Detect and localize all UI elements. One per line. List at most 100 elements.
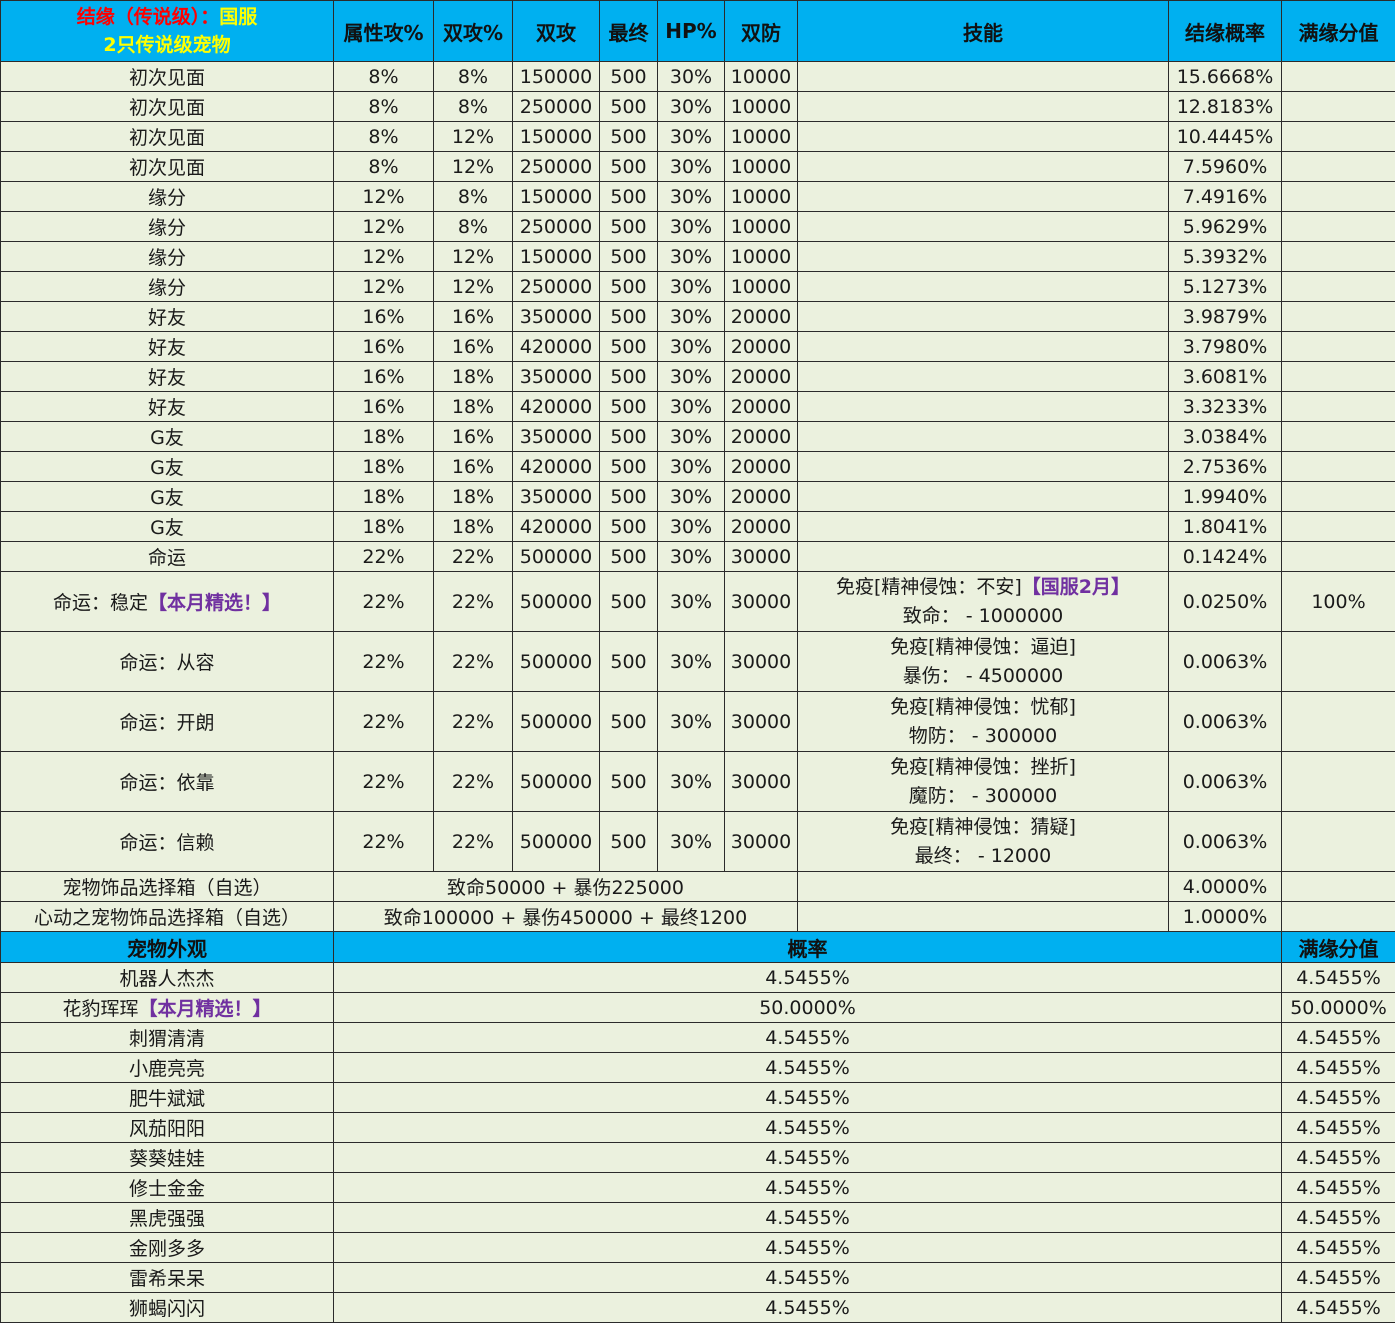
- full-score-cell: [1281, 481, 1395, 512]
- skill-immunity-line: 免疫[精神侵蚀：猜疑]: [799, 813, 1168, 842]
- skill-cell: [797, 871, 1169, 902]
- stat-dual-atk-cell: 250000: [512, 91, 600, 122]
- stat-final-cell: 500: [599, 481, 658, 512]
- stat-attr-atk-pct-cell: 22%: [333, 571, 434, 632]
- full-score-cell: [1281, 271, 1395, 302]
- full-score-cell: [1281, 91, 1395, 122]
- stat-dual-atk-cell: 420000: [512, 451, 600, 482]
- stat-final-cell: 500: [599, 241, 658, 272]
- bond-rate-cell: 1.9940%: [1168, 481, 1282, 512]
- stat-final-cell: 500: [599, 511, 658, 542]
- appearance-name: 葵葵娃娃: [128, 1148, 205, 1170]
- bond-rate-cell: 7.4916%: [1168, 181, 1282, 212]
- stat-dual-def-cell: 10000: [724, 61, 798, 92]
- table-row: 好友 16% 16% 350000 500 30% 20000 3.9879%: [0, 301, 1395, 332]
- stat-final-cell: 500: [599, 571, 658, 632]
- stat-dual-atk-pct-cell: 12%: [433, 241, 513, 272]
- full-score-cell: [1281, 61, 1395, 92]
- stat-attr-atk-pct-cell: 8%: [333, 91, 434, 122]
- stat-attr-atk-pct-cell: 18%: [333, 481, 434, 512]
- skill-cell: [797, 61, 1169, 92]
- appearance-name-cell: 金刚多多: [0, 1232, 334, 1263]
- stat-final-cell: 500: [599, 451, 658, 482]
- stat-dual-def-cell: 20000: [724, 301, 798, 332]
- tier-name-cell: 命运：稳定【本月精选！】: [0, 571, 334, 632]
- col-header-full-score: 满缘分值: [1281, 0, 1395, 62]
- box-value-cell: 致命50000 + 暴伤225000: [333, 871, 798, 902]
- table-row: 黑虎强强 4.5455% 4.5455%: [0, 1202, 1395, 1233]
- appearance-name-cell: 风茄阳阳: [0, 1112, 334, 1143]
- appearance-name-cell: 黑虎强强: [0, 1202, 334, 1233]
- stat-dual-def-cell: 10000: [724, 121, 798, 152]
- stat-hp-pct-cell: 30%: [657, 61, 725, 92]
- full-score-cell: [1281, 241, 1395, 272]
- appearance-name-cell: 修士金金: [0, 1172, 334, 1203]
- table-row: 心动之宠物饰品选择箱（自选） 致命100000 + 暴伤450000 + 最终12…: [0, 901, 1395, 932]
- tier-name-cell: 缘分: [0, 211, 334, 242]
- table-row: 风茄阳阳 4.5455% 4.5455%: [0, 1112, 1395, 1143]
- tier-name-cell: 缘分: [0, 181, 334, 212]
- bond-rate-cell: 0.0063%: [1168, 811, 1282, 872]
- full-score-cell: 100%: [1281, 571, 1395, 632]
- stat-dual-def-cell: 30000: [724, 751, 798, 812]
- skill-cell: 免疫[精神侵蚀：挫折] 魔防： - 300000: [797, 751, 1169, 812]
- stat-hp-pct-cell: 30%: [657, 811, 725, 872]
- stat-final-cell: 500: [599, 811, 658, 872]
- stat-hp-pct-cell: 30%: [657, 451, 725, 482]
- tier-name-cell: 初次见面: [0, 151, 334, 182]
- table-row: 命运：稳定【本月精选！】 22% 22% 500000 500 30% 30000 免疫[精神…: [0, 571, 1395, 632]
- appearance-name-cell: 狮蝎闪闪: [0, 1292, 334, 1323]
- bond-rate-cell: 5.1273%: [1168, 271, 1282, 302]
- col-header-dual-atk: 双攻: [512, 0, 600, 62]
- stat-dual-def-cell: 20000: [724, 451, 798, 482]
- stat-hp-pct-cell: 30%: [657, 751, 725, 812]
- stat-attr-atk-pct-cell: 16%: [333, 331, 434, 362]
- appearance-score-cell: 4.5455%: [1281, 962, 1395, 993]
- appearance-score-cell: 4.5455%: [1281, 1172, 1395, 1203]
- appearance-score-cell: 4.5455%: [1281, 1052, 1395, 1083]
- skill-immunity: 免疫[精神侵蚀：逼迫]: [890, 635, 1076, 658]
- appearance-rate-cell: 4.5455%: [333, 1262, 1282, 1293]
- appearance-rate-cell: 4.5455%: [333, 1172, 1282, 1203]
- stat-hp-pct-cell: 30%: [657, 421, 725, 452]
- stat-attr-atk-pct-cell: 16%: [333, 361, 434, 392]
- tier-name-cell: G友: [0, 451, 334, 482]
- skill-cell: [797, 361, 1169, 392]
- col-header-hp-pct: HP%: [657, 0, 725, 62]
- bond-rate-cell: 3.6081%: [1168, 361, 1282, 392]
- stat-dual-atk-pct-cell: 22%: [433, 631, 513, 692]
- tier-name: 命运：稳定: [52, 592, 148, 614]
- appearance-header-row: 宠物外观 概率 满缘分值: [0, 931, 1395, 963]
- tier-name: 命运：从容: [119, 652, 215, 674]
- table-row: 金刚多多 4.5455% 4.5455%: [0, 1232, 1395, 1263]
- skill-cell: [797, 421, 1169, 452]
- skill-immunity: 免疫[精神侵蚀：猜疑]: [890, 815, 1076, 838]
- stat-dual-atk-cell: 250000: [512, 211, 600, 242]
- table-row: 初次见面 8% 8% 150000 500 30% 10000 15.6668%: [0, 61, 1395, 92]
- stat-dual-atk-cell: 150000: [512, 121, 600, 152]
- stat-hp-pct-cell: 30%: [657, 631, 725, 692]
- stat-dual-def-cell: 20000: [724, 391, 798, 422]
- col-header-appearance-rate: 概率: [333, 931, 1282, 963]
- appearance-name: 狮蝎闪闪: [128, 1298, 205, 1320]
- stat-dual-atk-cell: 500000: [512, 541, 600, 572]
- stat-dual-atk-cell: 350000: [512, 361, 600, 392]
- skill-cell: [797, 511, 1169, 542]
- appearance-score-cell: 4.5455%: [1281, 1202, 1395, 1233]
- tier-name-cell: 好友: [0, 361, 334, 392]
- stat-dual-atk-cell: 420000: [512, 511, 600, 542]
- col-header-dual-def: 双防: [724, 0, 798, 62]
- stat-hp-pct-cell: 30%: [657, 541, 725, 572]
- stat-final-cell: 500: [599, 91, 658, 122]
- skill-immunity-line: 免疫[精神侵蚀：忧郁]: [799, 693, 1168, 722]
- appearance-rate-cell: 4.5455%: [333, 962, 1282, 993]
- stat-dual-atk-cell: 350000: [512, 481, 600, 512]
- appearance-score-cell: 4.5455%: [1281, 1142, 1395, 1173]
- stat-attr-atk-pct-cell: 22%: [333, 541, 434, 572]
- table-row: 命运：信赖 22% 22% 500000 500 30% 30000 免疫[精神侵蚀：猜疑] 最…: [0, 811, 1395, 872]
- bond-rate-cell: 4.0000%: [1168, 871, 1282, 902]
- appearance-rate-cell: 4.5455%: [333, 1232, 1282, 1263]
- tier-name-cell: 缘分: [0, 271, 334, 302]
- col-header-dual-atk-pct: 双攻%: [433, 0, 513, 62]
- appearance-score-cell: 4.5455%: [1281, 1232, 1395, 1263]
